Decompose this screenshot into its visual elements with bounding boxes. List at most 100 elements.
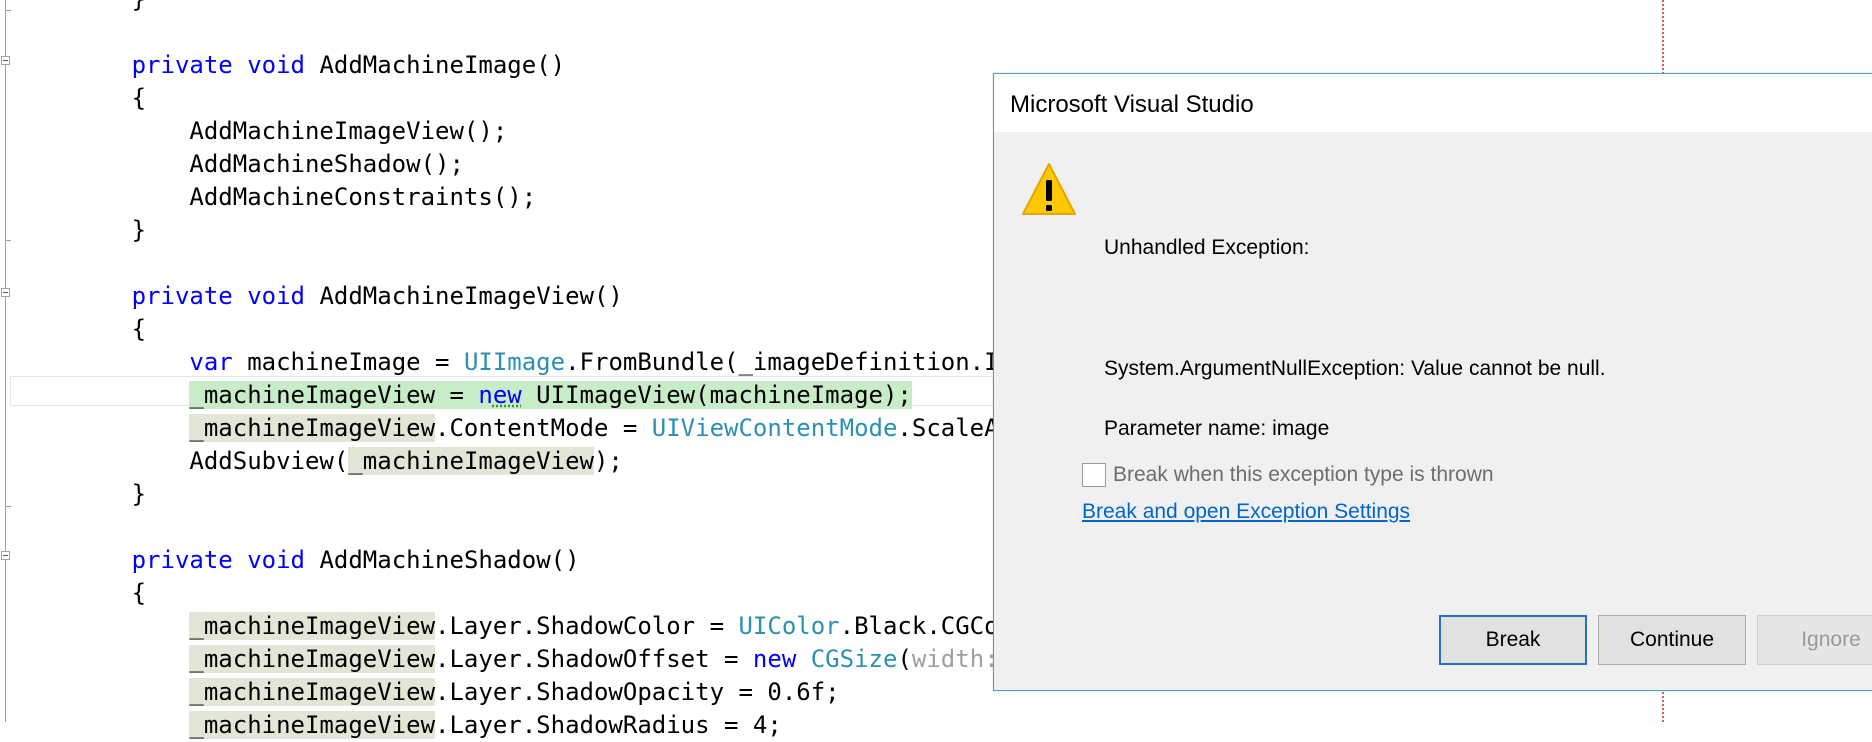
fold-end-marker — [5, 10, 11, 11]
code-token: .ContentMode = — [435, 414, 652, 442]
code-line[interactable]: } — [16, 0, 146, 16]
code-token: AddSubview( — [16, 447, 349, 475]
code-token: ); — [593, 447, 623, 475]
outline-margin — [5, 0, 6, 722]
code-line[interactable]: _machineImageView = new UIImageView(mach… — [16, 379, 912, 412]
code-line[interactable]: private void AddMachineImage() — [16, 49, 566, 82]
exception-settings-link[interactable]: Break and open Exception Settings — [1082, 500, 1410, 524]
code-line[interactable]: { — [16, 82, 146, 115]
code-line[interactable]: AddSubview(_machineImageView); — [16, 445, 623, 478]
code-token: void — [247, 546, 305, 574]
warning-icon — [1022, 163, 1076, 215]
break-on-throw-label: Break when this exception type is thrown — [1113, 463, 1494, 486]
code-token: machineImage = — [232, 348, 464, 376]
code-token: ( — [897, 645, 912, 673]
code-line[interactable]: _machineImageView.ContentMode = UIViewCo… — [16, 412, 1042, 445]
code-token: _machineImageView — [189, 678, 436, 706]
code-token: UIImage — [463, 348, 566, 376]
code-line[interactable]: AddMachineImageView(); — [16, 115, 507, 148]
exception-parameter: Parameter name: image — [1104, 417, 1330, 440]
exception-dialog: Microsoft Visual Studio Unhandled Except… — [993, 73, 1872, 691]
collapse-icon[interactable] — [1, 56, 10, 65]
code-token: ew — [492, 381, 522, 409]
fold-end-marker — [5, 506, 11, 507]
code-token: CGSize — [810, 645, 898, 673]
break-on-throw-checkbox[interactable] — [1082, 463, 1106, 487]
code-token: AddMachineShadow(); — [16, 150, 464, 178]
fold-end-marker — [5, 240, 11, 241]
code-token: UIImageView(machineImage); — [521, 381, 912, 409]
code-line[interactable]: } — [16, 478, 146, 511]
code-token: _machineImageView — [348, 447, 594, 475]
exception-message: System.ArgumentNullException: Value cann… — [1104, 357, 1606, 380]
code-token: _machineImageView — [189, 612, 436, 640]
code-line[interactable]: } — [16, 214, 146, 247]
code-line[interactable]: private void AddMachineImageView() — [16, 280, 623, 313]
code-line[interactable]: _machineImageView.Layer.ShadowRadius = 4… — [16, 709, 782, 742]
code-token: _machineImageView — [189, 711, 436, 739]
ignore-button[interactable]: Ignore — [1757, 615, 1872, 665]
code-line[interactable]: _machineImageView.Layer.ShadowOpacity = … — [16, 676, 840, 709]
code-line[interactable]: { — [16, 313, 146, 346]
dialog-title: Microsoft Visual Studio — [1010, 91, 1254, 118]
code-token: } — [16, 216, 147, 244]
code-token: .FromBundle(_imageDefinition.Imag — [565, 348, 1042, 376]
code-token: { — [16, 315, 147, 343]
exception-heading: Unhandled Exception: — [1104, 236, 1310, 259]
code-token: { — [16, 579, 147, 607]
code-token: AddMachineImage() — [305, 51, 566, 79]
collapse-icon[interactable] — [1, 288, 10, 297]
code-token: void — [247, 282, 305, 310]
code-line[interactable]: AddMachineShadow(); — [16, 148, 464, 181]
break-button[interactable]: Break — [1439, 615, 1587, 665]
code-token: } — [16, 480, 147, 508]
code-token: var — [189, 348, 233, 376]
code-token: AddMachineShadow() — [305, 546, 580, 574]
break-on-throw-option[interactable]: Break when this exception type is thrown — [1082, 461, 1494, 489]
code-token: .Layer.ShadowColor = — [435, 612, 739, 640]
code-token: new — [752, 645, 797, 673]
dialog-titlebar[interactable]: Microsoft Visual Studio — [994, 74, 1872, 132]
code-token: _machineImageView — [189, 414, 436, 442]
code-token: width: — [911, 645, 999, 673]
code-token: } — [16, 0, 146, 13]
code-line[interactable]: var machineImage = UIImage.FromBundle(_i… — [16, 346, 1042, 379]
code-line[interactable]: _machineImageView.Layer.ShadowOffset = n… — [16, 643, 1042, 676]
continue-button[interactable]: Continue — [1598, 615, 1746, 665]
code-token: _machineImageView — [189, 645, 436, 673]
code-token: void — [247, 51, 305, 79]
code-token: n — [478, 381, 493, 409]
code-line[interactable]: _machineImageView.Layer.ShadowColor = UI… — [16, 610, 1042, 643]
code-token: UIViewContentMode — [651, 414, 898, 442]
code-token: _machineImageView = — [189, 381, 479, 409]
code-token: private — [131, 51, 233, 79]
code-token: AddMachineImageView(); — [16, 117, 508, 145]
code-token: { — [16, 84, 147, 112]
code-token: .Layer.ShadowOpacity = 0.6f; — [435, 678, 840, 706]
code-token: AddMachineConstraints(); — [16, 183, 537, 211]
code-line[interactable]: private void AddMachineShadow() — [16, 544, 580, 577]
code-line[interactable]: AddMachineConstraints(); — [16, 181, 536, 214]
code-token: .Layer.ShadowRadius = 4; — [435, 711, 782, 739]
code-line[interactable]: { — [16, 577, 146, 610]
collapse-icon[interactable] — [1, 551, 10, 560]
code-token: private — [131, 546, 233, 574]
code-token: .Layer.ShadowOffset = — [435, 645, 753, 673]
code-token: AddMachineImageView() — [305, 282, 623, 310]
code-token: UIColor — [738, 612, 840, 640]
code-token: private — [131, 282, 233, 310]
